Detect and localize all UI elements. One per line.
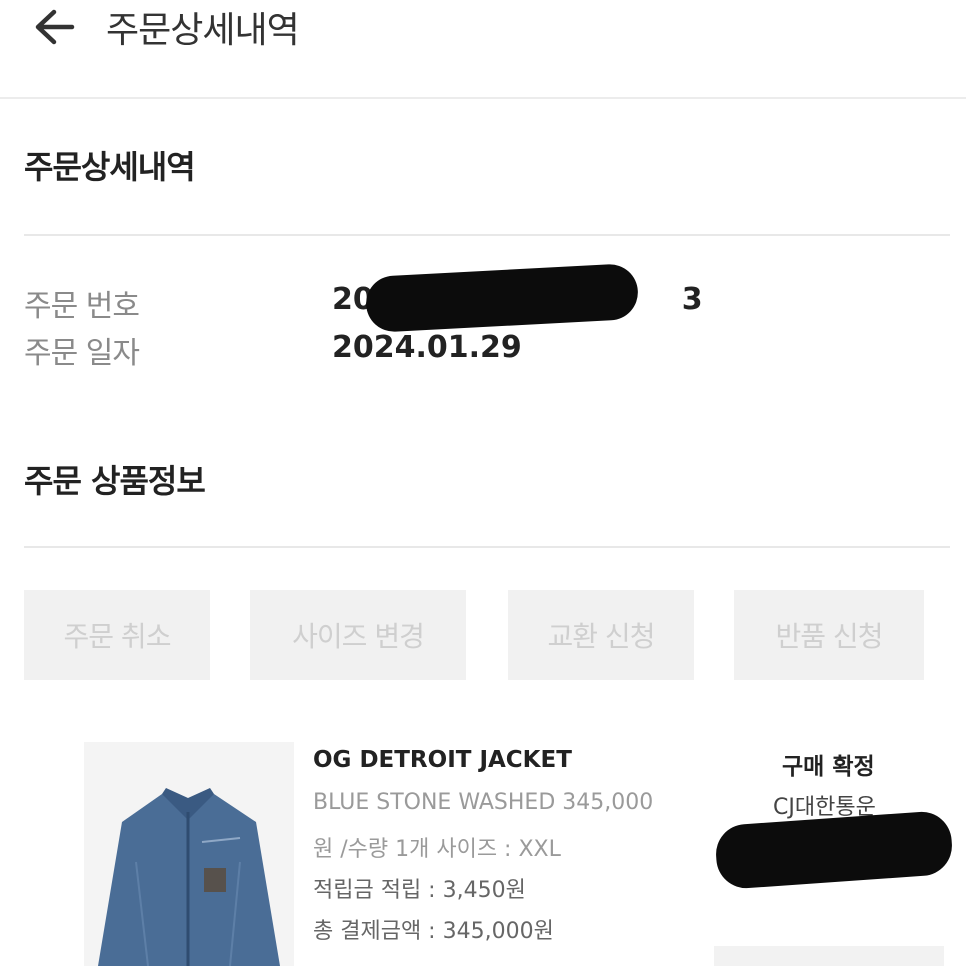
section-divider xyxy=(24,234,950,236)
order-date-label: 주문 일자 xyxy=(24,336,140,371)
jacket-illustration xyxy=(98,788,280,966)
cancel-order-button[interactable]: 주문 취소 xyxy=(24,590,210,680)
redaction-mark xyxy=(364,262,640,334)
app-header: 주문상세내역 xyxy=(0,0,966,99)
arrow-left-icon xyxy=(35,9,75,45)
change-size-button[interactable]: 사이즈 변경 xyxy=(250,590,466,680)
page-title: 주문상세내역 xyxy=(106,10,300,51)
tracking-button[interactable] xyxy=(714,946,944,966)
product-image[interactable] xyxy=(84,742,294,966)
return-request-button[interactable]: 반품 신청 xyxy=(734,590,924,680)
redaction-mark xyxy=(714,809,954,891)
order-number-label: 주문 번호 xyxy=(24,289,140,324)
exchange-request-button[interactable]: 교환 신청 xyxy=(508,590,694,680)
product-option: BLUE STONE WASHED 345,000 xyxy=(313,790,654,815)
order-date-value: 2024.01.29 xyxy=(332,330,522,365)
product-info-heading: 주문 상품정보 xyxy=(24,462,206,500)
product-quantity-size: 원 /수량 1개 사이즈 : XXL xyxy=(313,837,561,862)
product-total: 총 결제금액 : 345,000원 xyxy=(313,919,554,944)
purchase-status: 구매 확정 xyxy=(782,754,875,780)
section-divider xyxy=(24,546,950,548)
header-divider xyxy=(0,97,966,99)
product-name[interactable]: OG DETROIT JACKET xyxy=(313,747,572,773)
back-button[interactable] xyxy=(28,4,84,50)
product-points: 적립금 적립 : 3,450원 xyxy=(313,878,526,903)
order-detail-heading: 주문상세내역 xyxy=(24,148,196,186)
